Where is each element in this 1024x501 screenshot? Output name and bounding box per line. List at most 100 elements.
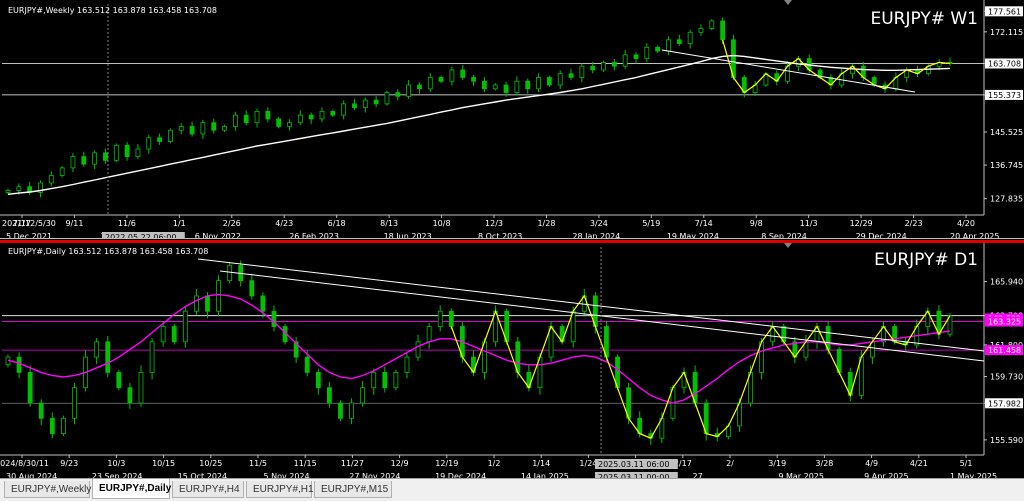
candle-body bbox=[666, 39, 671, 52]
candle-body bbox=[611, 62, 617, 67]
tab-h1[interactable]: EURJPY#,H1 bbox=[246, 481, 314, 498]
candle-body bbox=[157, 137, 162, 142]
candle-body bbox=[720, 20, 726, 41]
price-tick-label: 155.590 bbox=[990, 436, 1023, 445]
candle-body bbox=[633, 54, 639, 60]
price-box-label: 157.982 bbox=[988, 399, 1021, 408]
time-tick-label: 2/26 bbox=[223, 219, 241, 228]
tab-weekly[interactable]: EURJPY#,Weekly bbox=[4, 481, 91, 498]
time-tick-label: 11/27 bbox=[341, 459, 364, 468]
time-tick-label: 3/19 bbox=[768, 459, 786, 468]
candle-body bbox=[70, 156, 76, 169]
candle-body bbox=[568, 73, 574, 78]
candle-body bbox=[471, 77, 476, 82]
candle-body bbox=[352, 103, 357, 109]
candle-body bbox=[200, 122, 206, 135]
price-tick-label: 136.745 bbox=[990, 161, 1023, 170]
candle-body bbox=[315, 372, 321, 389]
time-tick-label: 2/ bbox=[726, 459, 734, 468]
price-tick-label: 127.835 bbox=[990, 195, 1023, 204]
candle-body bbox=[426, 326, 432, 343]
time-tick-label: 8/13 bbox=[380, 219, 398, 228]
crosshair-tag: 2025.03.11 06:00 bbox=[598, 460, 669, 469]
candle-body bbox=[260, 295, 266, 312]
candle-body bbox=[193, 295, 199, 312]
chart-watermark: EURJPY# W1 bbox=[870, 9, 978, 29]
shift-marker-icon bbox=[784, 243, 792, 248]
candle-body bbox=[676, 39, 682, 44]
candle-body bbox=[49, 417, 55, 434]
candle-body bbox=[404, 356, 410, 373]
candle-body bbox=[373, 99, 379, 105]
candle-body bbox=[271, 310, 277, 327]
candle-body bbox=[5, 190, 11, 193]
candle-body bbox=[698, 28, 704, 33]
time-tick-label: 3/24 bbox=[590, 219, 608, 228]
time-tick-label: 5/19 bbox=[642, 219, 660, 228]
candle-body bbox=[135, 148, 141, 157]
time-tick-label: 11/3 bbox=[800, 219, 818, 228]
price-box-label: 161.458 bbox=[988, 346, 1021, 355]
chart-header: EURJPY#,Daily 163.512 163.878 163.458 16… bbox=[8, 247, 208, 256]
candle-body bbox=[105, 341, 111, 373]
candle-body bbox=[415, 341, 421, 358]
time-tick-label: 1/28 bbox=[537, 219, 555, 228]
weekly-chart[interactable]: 177.561 172.115 163.708 155.373 145.525 136.7… bbox=[0, 0, 1024, 238]
candle-body bbox=[319, 110, 325, 120]
daily-chart-window[interactable]: 165.940163.708161.800159.730157.982155.5… bbox=[0, 240, 1024, 481]
candle-body bbox=[178, 126, 184, 131]
tab-m15[interactable]: EURJPY#,M15 bbox=[314, 481, 392, 498]
candle-body bbox=[16, 186, 22, 191]
candle-body bbox=[393, 372, 399, 389]
time-tick-label: 1/14 bbox=[532, 459, 550, 468]
candle-body bbox=[546, 77, 552, 86]
candle-body bbox=[94, 341, 100, 358]
time-tick-label: 11/6 bbox=[118, 219, 136, 228]
candle-body bbox=[72, 387, 77, 419]
candle-body bbox=[227, 264, 233, 282]
date-label: 20 Apr 2025 bbox=[950, 232, 999, 238]
candle-body bbox=[448, 310, 454, 327]
daily-chart[interactable]: 165.940163.708161.800159.730157.982155.5… bbox=[0, 243, 1024, 478]
candle-body bbox=[211, 122, 217, 131]
time-tick-label: 12/9 bbox=[391, 459, 409, 468]
candle-body bbox=[160, 326, 166, 343]
price-box-label: 163.325 bbox=[988, 318, 1021, 327]
time-tick-label: 9/11 bbox=[65, 219, 83, 228]
candle-body bbox=[232, 114, 238, 127]
time-tick-label: 4/9 bbox=[865, 459, 878, 468]
candle-body bbox=[460, 69, 466, 78]
candle-body bbox=[171, 326, 177, 343]
time-tick-label: 12/29 bbox=[850, 219, 873, 228]
candle-body bbox=[116, 372, 122, 389]
chart-header: EURJPY#,Weekly 163.512 163.878 163.458 1… bbox=[8, 6, 217, 15]
candle-body bbox=[590, 65, 596, 71]
weekly-chart-window[interactable]: 177.561 172.115 163.708 155.373 145.525 136.7… bbox=[0, 0, 1024, 239]
candle-body bbox=[48, 175, 54, 184]
candle-body bbox=[103, 152, 108, 161]
time-tick-label: 12/3 bbox=[485, 219, 503, 228]
candle-body bbox=[384, 92, 390, 105]
candle-body bbox=[503, 84, 509, 93]
candle-body bbox=[427, 77, 433, 90]
candle-body bbox=[525, 80, 531, 90]
price-box-label: 163.708 bbox=[988, 60, 1021, 69]
candle-body bbox=[249, 280, 255, 297]
chart-tab-bar: EURJPY#,Weekly EURJPY#,Daily EURJPY#,H4 … bbox=[0, 478, 1024, 501]
time-tick-label: 9/8 bbox=[750, 219, 763, 228]
tab-daily[interactable]: EURJPY#,Daily bbox=[92, 479, 171, 499]
candle-body bbox=[205, 295, 210, 312]
tab-h4[interactable]: EURJPY#,H4 bbox=[172, 481, 244, 498]
date-label: 8 Oct 2023 bbox=[478, 232, 522, 238]
candle-body bbox=[222, 126, 227, 131]
candle-body bbox=[168, 129, 173, 142]
time-tick-label: 11/5 bbox=[249, 459, 267, 468]
candle-body bbox=[149, 341, 155, 373]
moving-average-line bbox=[7, 293, 951, 404]
candle-body bbox=[536, 77, 541, 90]
date-label: 8 Sep 2024 bbox=[761, 232, 807, 238]
candle-body bbox=[579, 65, 585, 78]
candle-body bbox=[362, 99, 368, 109]
candle-body bbox=[81, 156, 87, 165]
time-tick-label: 10/3 bbox=[107, 459, 125, 468]
